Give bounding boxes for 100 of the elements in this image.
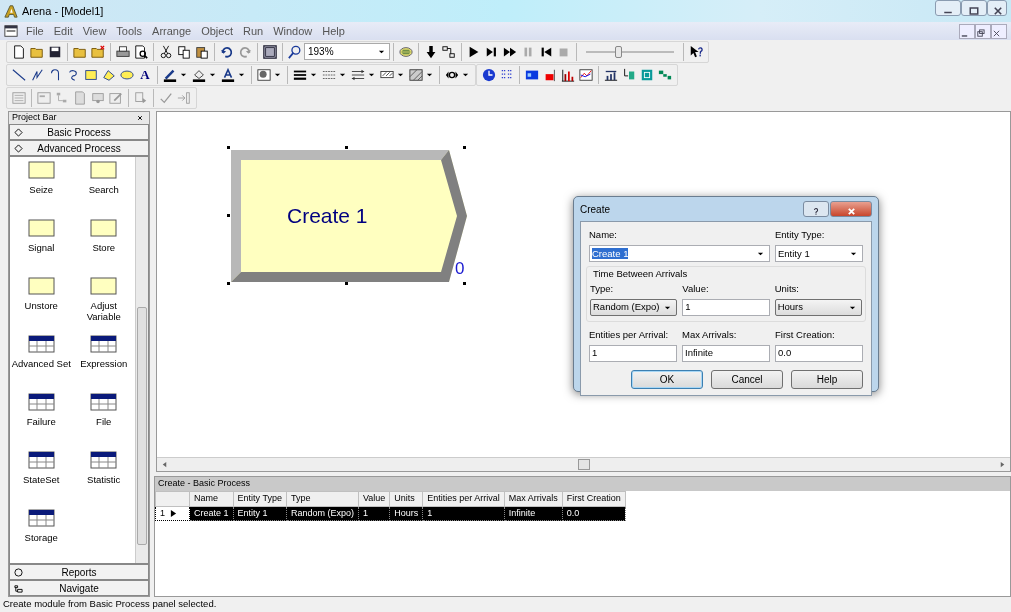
scroll-thumb[interactable]: [577, 459, 590, 470]
check-icon[interactable]: [159, 90, 173, 105]
data-table-icon[interactable]: [27, 509, 55, 527]
module-label[interactable]: Signal: [28, 243, 55, 254]
dropdown-arrow-icon[interactable]: [368, 71, 375, 78]
scrollbar[interactable]: [157, 457, 1010, 471]
module-label[interactable]: Storage: [24, 533, 58, 544]
maximize-icon[interactable]: [968, 7, 980, 16]
copy-icon[interactable]: [177, 44, 191, 59]
data-table-icon[interactable]: [90, 393, 118, 411]
document-icon[interactable]: [4, 24, 18, 38]
dropdown-arrow-icon[interactable]: [274, 71, 281, 78]
undo-icon[interactable]: [220, 44, 234, 59]
dialog-button[interactable]: OK: [631, 370, 703, 389]
menu-item[interactable]: Edit: [48, 22, 78, 40]
input-field[interactable]: 0.0: [775, 345, 863, 362]
background-color-icon[interactable]: [257, 67, 271, 82]
zoom-icon[interactable]: [288, 44, 302, 59]
dropdown-arrow-icon[interactable]: [378, 48, 385, 55]
menu-item[interactable]: Run: [238, 22, 269, 40]
dropdown-field[interactable]: Entity 1: [775, 245, 863, 263]
fill-color-icon[interactable]: [192, 67, 206, 82]
paste-icon[interactable]: [195, 44, 209, 59]
dropdown-field[interactable]: Random (Expo): [590, 298, 678, 316]
scissors-icon[interactable]: [159, 44, 173, 59]
module-label[interactable]: Expression: [80, 359, 128, 370]
input-field[interactable]: 1: [589, 345, 677, 362]
data-table-icon[interactable]: [27, 451, 55, 469]
rectangle-icon[interactable]: [84, 67, 98, 82]
resource-icon[interactable]: [543, 67, 557, 82]
selection-handle[interactable]: [227, 282, 230, 285]
selection-handle[interactable]: [463, 282, 466, 285]
restore-button[interactable]: [975, 23, 991, 39]
line-color-icon[interactable]: [163, 67, 177, 82]
new-file-icon[interactable]: [12, 44, 26, 59]
text-color-icon[interactable]: [221, 67, 235, 82]
arc-icon[interactable]: [48, 67, 62, 82]
dropdown-field[interactable]: Create 1: [589, 245, 770, 263]
folder-close-icon[interactable]: [91, 44, 105, 59]
connect-icon[interactable]: [442, 44, 456, 59]
ellipse-icon[interactable]: [120, 67, 134, 82]
data-table-icon[interactable]: [27, 335, 55, 353]
print-preview-icon[interactable]: [134, 44, 148, 59]
input-field[interactable]: 1: [682, 298, 770, 316]
module-label[interactable]: StateSet: [23, 475, 60, 486]
module-label[interactable]: Search: [88, 185, 119, 196]
dropdown-arrow-icon[interactable]: [339, 71, 346, 78]
minimize-button[interactable]: [959, 23, 975, 39]
close-button[interactable]: [991, 23, 1007, 39]
play-icon[interactable]: [467, 44, 481, 59]
plot-icon[interactable]: [579, 67, 593, 82]
maximize-button[interactable]: [961, 0, 987, 16]
selection-handle[interactable]: [227, 146, 230, 149]
menu-item[interactable]: Tools: [111, 22, 148, 40]
input-field[interactable]: Infinite: [682, 345, 770, 362]
line-icon[interactable]: [12, 67, 26, 82]
polyline-icon[interactable]: [30, 67, 44, 82]
dropdown-arrow-icon[interactable]: [462, 71, 469, 78]
menu-item[interactable]: Arrange: [147, 22, 197, 40]
data-table-icon[interactable]: [90, 335, 118, 353]
create-module-shape[interactable]: [231, 150, 467, 282]
close-icon[interactable]: [994, 7, 1002, 16]
curve-icon[interactable]: [66, 67, 80, 82]
panel-header[interactable]: Advanced Process: [9, 140, 149, 156]
selection-handle[interactable]: [345, 282, 348, 285]
menu-item[interactable]: View: [77, 22, 112, 40]
speed-slider[interactable]: [586, 44, 674, 59]
fill-pattern-icon[interactable]: [409, 67, 423, 82]
question-mark-icon[interactable]: [812, 206, 820, 216]
dropdown-arrow-icon[interactable]: [310, 71, 317, 78]
dropdown-arrow-icon[interactable]: [850, 250, 857, 258]
text-tool-button[interactable]: A: [136, 64, 154, 85]
histogram-icon[interactable]: [561, 67, 575, 82]
dropdown-arrow-icon[interactable]: [238, 71, 245, 78]
dialog-button[interactable]: Help: [791, 370, 863, 389]
help-pointer-icon[interactable]: [689, 44, 703, 59]
scroll-right-icon[interactable]: [999, 461, 1006, 468]
dropdown-arrow-icon[interactable]: [180, 71, 187, 78]
close-icon[interactable]: [137, 115, 143, 121]
restore-icon[interactable]: [976, 29, 985, 39]
scrollbar[interactable]: [135, 157, 148, 563]
module-label[interactable]: Statistic: [87, 475, 121, 486]
dropdown-arrow-icon[interactable]: [757, 250, 764, 258]
close-icon[interactable]: [992, 29, 1001, 39]
dropdown-arrow-icon[interactable]: [397, 71, 404, 78]
panel-header[interactable]: Navigate: [9, 580, 149, 596]
module-label[interactable]: Unstore: [24, 301, 58, 312]
clock-icon[interactable]: [482, 67, 496, 82]
close-button[interactable]: [830, 201, 872, 217]
dropdown-field[interactable]: Hours: [774, 298, 862, 316]
selection-handle[interactable]: [227, 214, 230, 217]
panel-header[interactable]: Basic Process: [9, 124, 149, 140]
selection-handle[interactable]: [345, 146, 348, 149]
slider-thumb[interactable]: [614, 45, 622, 58]
dialog-button[interactable]: Cancel: [711, 370, 783, 389]
selection-handle[interactable]: [463, 146, 466, 149]
menu-item[interactable]: File: [21, 22, 49, 40]
reports-icon[interactable]: [14, 568, 23, 577]
menu-item[interactable]: Object: [196, 22, 238, 40]
module-label[interactable]: Failure: [26, 417, 56, 428]
